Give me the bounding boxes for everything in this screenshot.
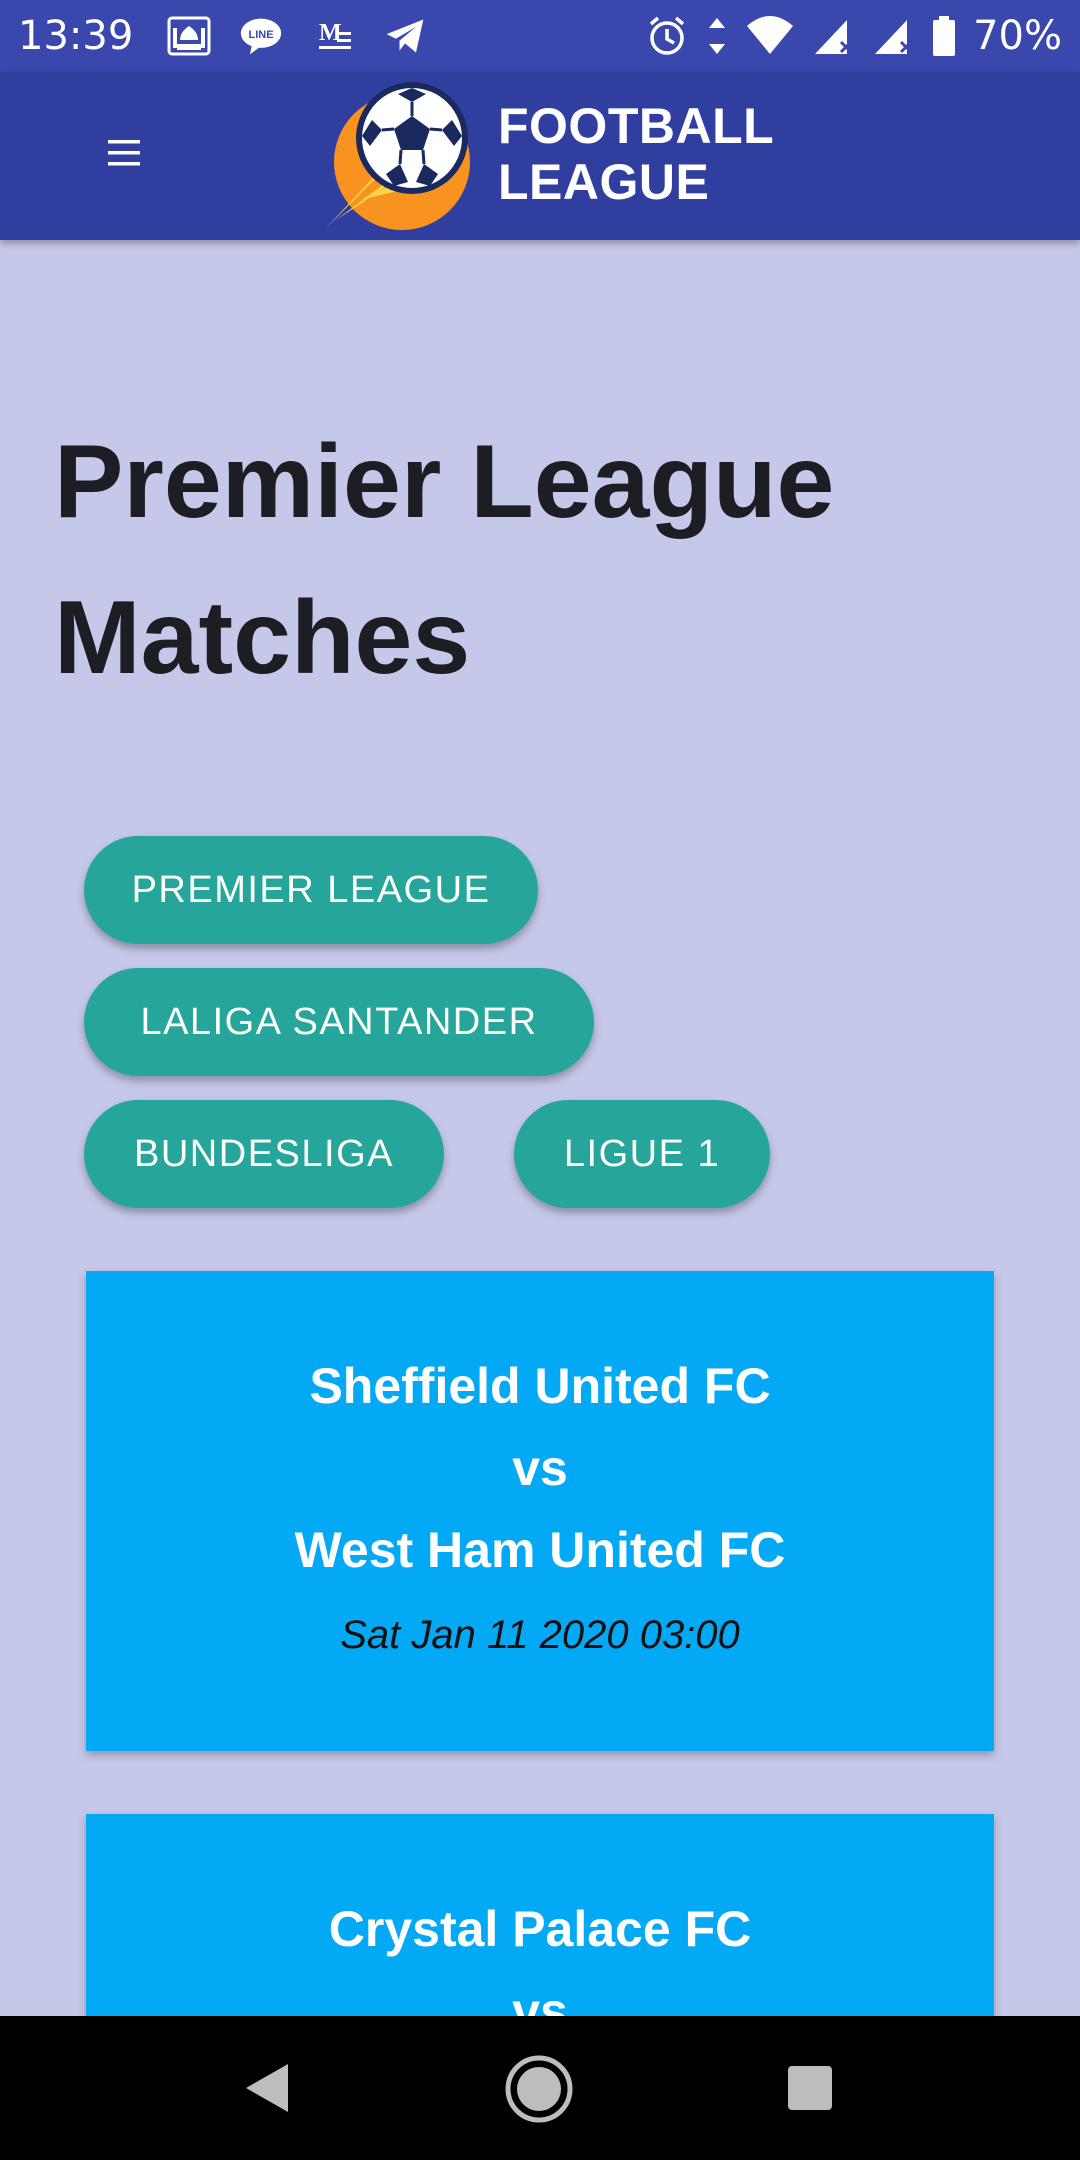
match-teams: Sheffield United FC vs West Ham United F… [86, 1345, 994, 1591]
status-bar: 13:39 LINE M 70% [0, 0, 1080, 72]
match-card[interactable]: Sheffield United FC vs West Ham United F… [86, 1271, 994, 1751]
back-triangle-icon[interactable] [242, 2060, 292, 2116]
match-date: Sat Jan 11 2020 03:00 [340, 1613, 740, 1657]
page-title-line-2: Matches [54, 580, 471, 696]
laliga-santander-button[interactable]: LALIGA SANTANDER [84, 968, 594, 1076]
notification-icons: LINE M [167, 14, 427, 58]
brand-line-2: LEAGUE [498, 154, 710, 210]
mosque-icon [167, 14, 211, 58]
home-circle-icon[interactable] [504, 2054, 574, 2124]
signal-icon [871, 14, 915, 58]
app-bar: FOOTBALL LEAGUE [0, 72, 1080, 240]
gmail-icon: M [311, 14, 355, 58]
ligue-1-button[interactable]: LIGUE 1 [514, 1100, 770, 1208]
brand-line-1: FOOTBALL [498, 98, 775, 154]
bundesliga-button[interactable]: BUNDESLIGA [84, 1100, 444, 1208]
system-navigation-bar [0, 2016, 1080, 2160]
brand-title: FOOTBALL LEAGUE [498, 98, 774, 210]
premier-league-button[interactable]: PREMIER LEAGUE [84, 836, 538, 944]
recents-square-icon[interactable] [786, 2064, 834, 2112]
signal-icon [811, 14, 855, 58]
home-team: Sheffield United FC [309, 1358, 771, 1414]
alarm-icon [645, 14, 689, 58]
data-arrows-icon [705, 14, 729, 58]
away-team: West Ham United FC [294, 1522, 786, 1578]
battery-icon [931, 14, 957, 58]
telegram-icon [383, 14, 427, 58]
home-team: Crystal Palace FC [328, 1901, 752, 1957]
hamburger-menu-icon[interactable] [104, 132, 148, 176]
line-icon: LINE [239, 14, 283, 58]
page-title: Premier League Matches [54, 404, 1014, 716]
soccer-ball-logo-icon[interactable] [316, 80, 472, 232]
status-time: 13:39 [18, 13, 134, 59]
svg-text:LINE: LINE [249, 29, 274, 41]
system-status-icons: 70% [645, 13, 1062, 59]
battery-percentage: 70% [973, 13, 1062, 59]
versus-label: vs [512, 1440, 568, 1496]
wifi-icon [745, 14, 795, 58]
page-title-line-1: Premier League [54, 424, 835, 540]
